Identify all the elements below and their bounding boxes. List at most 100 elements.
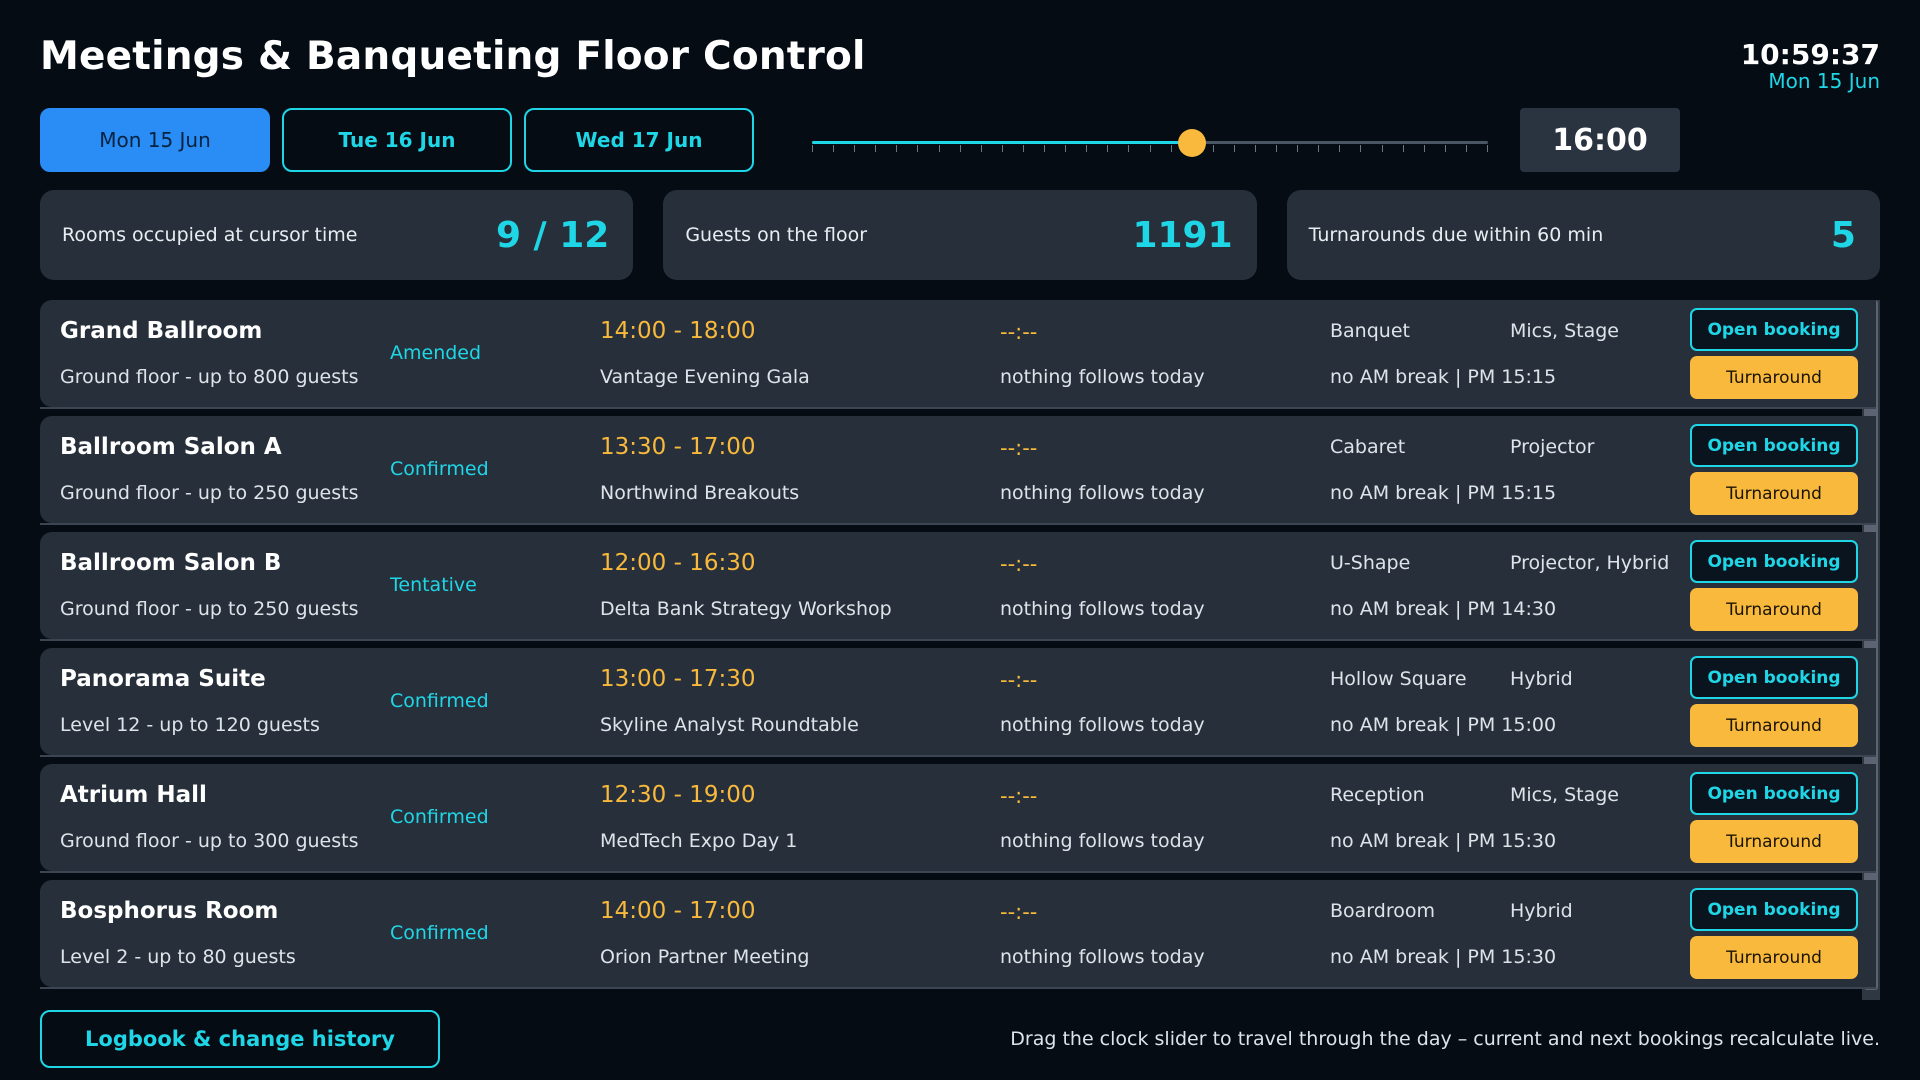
turnaround-button[interactable]: Turnaround [1690,820,1858,863]
slider-tick [833,145,834,152]
slider-tick [1424,145,1425,152]
room-name: Panorama Suite [60,666,266,692]
current-event-name: Northwind Breakouts [600,482,800,504]
current-event-name: Delta Bank Strategy Workshop [600,598,892,620]
room-name: Grand Ballroom [60,318,263,344]
turnaround-button[interactable]: Turnaround [1690,356,1858,399]
slider-tick [960,145,961,152]
open-booking-button[interactable]: Open booking [1690,308,1858,351]
slider-tick [1255,145,1256,152]
turnaround-button[interactable]: Turnaround [1690,704,1858,747]
slider-tick [1150,145,1151,152]
next-booking-label: nothing follows today [1000,598,1205,620]
stat-label: Turnarounds due within 60 min [1308,224,1604,246]
slider-tick [1002,145,1003,152]
current-event-name: Skyline Analyst Roundtable [600,714,859,736]
open-booking-button[interactable]: Open booking [1690,772,1858,815]
room-breaks: no AM break | PM 15:30 [1330,946,1557,968]
slider-tick [1023,145,1024,152]
turnaround-button[interactable]: Turnaround [1690,588,1858,631]
booking-status: Confirmed [390,806,489,828]
room-av: Projector [1510,436,1595,458]
next-booking-time: --:-- [1000,552,1038,576]
room-breaks: no AM break | PM 15:15 [1330,366,1557,388]
day-tab-tue[interactable]: Tue 16 Jun [282,108,512,172]
stat-guests-on-floor: Guests on the floor 1191 [663,190,1257,280]
room-name: Atrium Hall [60,782,207,808]
slider-tick [1107,145,1108,152]
room-av: Mics, Stage [1510,784,1619,806]
slider-tick [1128,145,1129,152]
room-av: Hybrid [1510,668,1573,690]
cursor-time-readout: 16:00 [1520,108,1680,172]
current-booking-time: 14:00 - 17:00 [600,898,756,924]
clock-time: 10:59:37 [1740,38,1880,71]
slider-tick [1044,145,1045,152]
room-setup: U-Shape [1330,552,1411,574]
current-booking-time: 12:30 - 19:00 [600,782,756,808]
open-booking-button[interactable]: Open booking [1690,540,1858,583]
room-location: Ground floor - up to 250 guests [60,482,359,504]
slider-tick [1171,145,1172,152]
slider-tick [1445,145,1446,152]
current-booking-time: 12:00 - 16:30 [600,550,756,576]
room-setup: Boardroom [1330,900,1435,922]
open-booking-button[interactable]: Open booking [1690,424,1858,467]
slider-tick [1382,145,1383,152]
stat-label: Guests on the floor [685,224,868,246]
slider-tick [896,145,897,152]
current-event-name: Vantage Evening Gala [600,366,810,388]
booking-status: Confirmed [390,458,489,480]
slider-tick [1466,145,1467,152]
stat-turnarounds-due: Turnarounds due within 60 min 5 [1286,190,1880,280]
slider-tick [1234,145,1235,152]
next-booking-label: nothing follows today [1000,830,1205,852]
next-booking-label: nothing follows today [1000,366,1205,388]
room-setup: Reception [1330,784,1425,806]
next-booking-time: --:-- [1000,436,1038,460]
slider-ticks [812,145,1488,153]
next-booking-label: nothing follows today [1000,714,1205,736]
next-booking-time: --:-- [1000,784,1038,808]
next-booking-time: --:-- [1000,668,1038,692]
turnaround-button[interactable]: Turnaround [1690,472,1858,515]
slider-fill [812,141,1192,144]
slider-tick [1360,145,1361,152]
turnaround-button[interactable]: Turnaround [1690,936,1858,979]
room-location: Ground floor - up to 800 guests [60,366,359,388]
current-booking-time: 13:00 - 17:30 [600,666,756,692]
stat-value: 5 [1830,214,1856,256]
room-row: Panorama Suite Level 12 - up to 120 gues… [40,648,1876,757]
room-av: Hybrid [1510,900,1573,922]
current-booking-time: 14:00 - 18:00 [600,318,756,344]
open-booking-button[interactable]: Open booking [1690,656,1858,699]
room-row: Bosphorus Room Level 2 - up to 80 guests… [40,880,1876,989]
current-event-name: MedTech Expo Day 1 [600,830,798,852]
room-name: Bosphorus Room [60,898,279,924]
open-booking-button[interactable]: Open booking [1690,888,1858,931]
room-name: Ballroom Salon A [60,434,282,460]
room-breaks: no AM break | PM 14:30 [1330,598,1557,620]
day-tab-wed[interactable]: Wed 17 Jun [524,108,754,172]
slider-tick [1487,145,1488,152]
slider-tick [917,145,918,152]
slider-thumb[interactable] [1178,129,1206,157]
header-clock: 10:59:37 Mon 15 Jun [1740,38,1880,92]
room-av: Mics, Stage [1510,320,1619,342]
room-setup: Cabaret [1330,436,1406,458]
day-tab-mon[interactable]: Mon 15 Jun [40,108,270,172]
room-name: Ballroom Salon B [60,550,282,576]
room-row: Ballroom Salon B Ground floor - up to 25… [40,532,1876,641]
slider-tick [981,145,982,152]
stat-value: 1191 [1132,214,1233,256]
next-booking-label: nothing follows today [1000,946,1205,968]
room-location: Ground floor - up to 250 guests [60,598,359,620]
slider-tick [1403,145,1404,152]
current-booking-time: 13:30 - 17:00 [600,434,756,460]
room-row: Atrium Hall Ground floor - up to 300 gue… [40,764,1876,873]
slider-tick [1318,145,1319,152]
slider-tick [939,145,940,152]
slider-hint: Drag the clock slider to travel through … [1010,1028,1880,1050]
logbook-button[interactable]: Logbook & change history [40,1010,440,1068]
time-slider[interactable] [812,126,1488,157]
